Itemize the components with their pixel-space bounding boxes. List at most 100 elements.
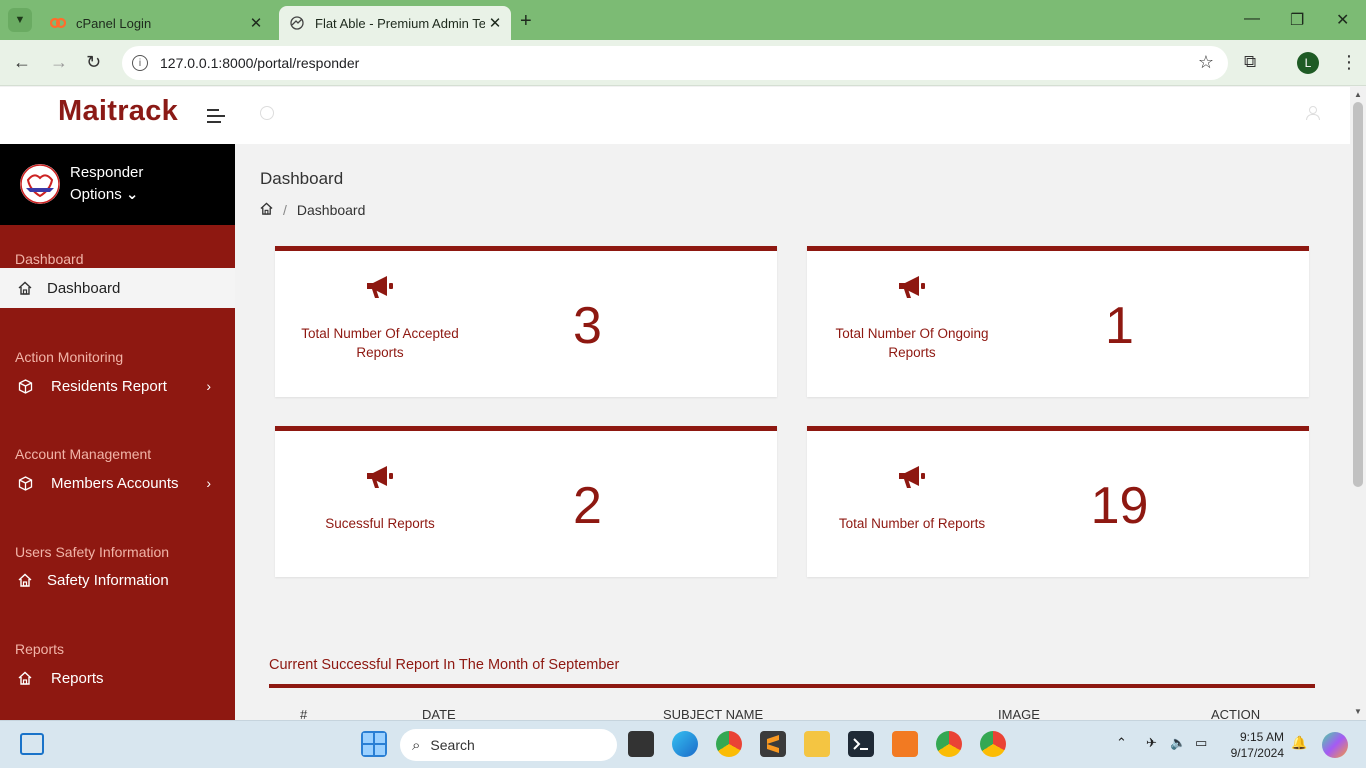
forward-arrow-icon[interactable]: →: [50, 52, 68, 73]
stat-card-value: 3: [573, 297, 602, 355]
browser-tab-strip: ▼ cPanel Login ✕ Flat Able - Premium Adm…: [0, 0, 1366, 40]
taskbar-search-placeholder: Search: [430, 737, 475, 753]
xampp-icon[interactable]: [892, 731, 918, 757]
extensions-icon[interactable]: ⧉: [1244, 52, 1256, 72]
scroll-down-icon[interactable]: ▼: [1354, 707, 1362, 716]
edge-icon[interactable]: [672, 731, 698, 757]
tab-close-icon[interactable]: ✕: [485, 14, 505, 32]
chrome-icon[interactable]: [716, 731, 742, 757]
box-icon: [17, 378, 33, 394]
task-view-icon[interactable]: [628, 731, 654, 757]
stat-card-accepted: Total Number Of Accepted Reports 3: [275, 246, 777, 397]
taskbar-search[interactable]: ⌕ Search: [400, 729, 617, 761]
browser-toolbar: ← → ↻ i 127.0.0.1:8000/portal/responder …: [0, 40, 1366, 86]
sidebar-item-label: Reports: [51, 669, 104, 687]
stat-card-total: Total Number of Reports 19: [807, 426, 1309, 577]
column-header-image: IMAGE: [998, 707, 1040, 720]
browser-menu-icon[interactable]: ⋮: [1340, 52, 1358, 73]
close-window-icon[interactable]: ✕: [1336, 10, 1349, 30]
sidebar-item-label: Members Accounts: [51, 474, 179, 492]
battery-icon[interactable]: ▭: [1195, 735, 1207, 751]
browser-profile-avatar[interactable]: L: [1297, 52, 1319, 74]
sublime-text-icon[interactable]: [760, 731, 786, 757]
column-header-date: DATE: [422, 707, 456, 720]
sidebar-item-residents-report[interactable]: Residents Report ›: [0, 366, 235, 406]
file-explorer-icon[interactable]: [804, 731, 830, 757]
sidebar-section-action-monitoring: Action Monitoring: [15, 349, 124, 365]
minimize-icon[interactable]: —: [1244, 10, 1260, 28]
sidebar-item-dashboard[interactable]: Dashboard: [0, 268, 235, 308]
report-table-heading: Current Successful Report In The Month o…: [269, 657, 620, 673]
menu-toggle-icon[interactable]: [207, 109, 225, 127]
page-scrollbar[interactable]: ▲ ▼: [1350, 87, 1366, 720]
megaphone-icon: [897, 273, 927, 301]
sidebar-section-users-safety: Users Safety Information: [15, 544, 170, 560]
system-clock[interactable]: 9:15 AM 9/17/2024: [1228, 729, 1284, 761]
windows-taskbar: ⌕ Search ⌃ ✈ 🔈 ▭ 9:15 AM 9/17/2024 🔔: [0, 720, 1366, 768]
site-info-icon[interactable]: i: [132, 55, 148, 71]
browser-tab-cpanel[interactable]: cPanel Login ✕: [40, 6, 272, 40]
sidebar-item-reports[interactable]: Reports: [0, 658, 235, 698]
sidebar-item-safety-information[interactable]: Safety Information: [0, 560, 235, 600]
bookmark-star-icon[interactable]: ☆: [1198, 52, 1214, 73]
reload-icon[interactable]: ↻: [86, 52, 101, 73]
back-arrow-icon[interactable]: ←: [13, 52, 31, 73]
brand-logo[interactable]: Maitrack: [58, 95, 178, 128]
megaphone-icon: [365, 463, 395, 491]
search-icon: ⌕: [412, 736, 421, 754]
sidebar-profile: Responder Options ⌄: [0, 144, 235, 225]
column-header-subject-name: SUBJECT NAME: [663, 707, 764, 720]
sidebar: Responder Options ⌄ Dashboard Dashboard …: [0, 144, 235, 720]
clock-date: 9/17/2024: [1230, 746, 1284, 760]
scrollbar-thumb[interactable]: [1353, 102, 1363, 487]
volume-icon[interactable]: 🔈: [1170, 735, 1186, 751]
browser-tab-flat-able[interactable]: Flat Able - Premium Admin Tem ✕: [279, 6, 511, 40]
notification-bell-icon[interactable]: 🔔: [1291, 735, 1307, 751]
profile-options-toggle[interactable]: Options ⌄: [70, 185, 138, 203]
tab-search-button[interactable]: ▼: [8, 8, 32, 32]
home-icon[interactable]: [260, 202, 273, 218]
stat-card-ongoing: Total Number Of Ongoing Reports 1: [807, 246, 1309, 397]
sidebar-section-dashboard: Dashboard: [15, 251, 84, 267]
column-header-number: #: [300, 707, 308, 720]
stat-card-value: 19: [1090, 477, 1149, 535]
breadcrumb-separator: /: [283, 202, 287, 218]
column-header-action: ACTION: [1211, 707, 1261, 720]
show-hidden-icons-icon[interactable]: ⌃: [1116, 735, 1127, 751]
chrome-profile-icon[interactable]: [936, 731, 962, 757]
copilot-icon[interactable]: [1322, 732, 1348, 758]
app-header: Maitrack: [0, 87, 1350, 144]
profile-name: Responder: [70, 164, 144, 181]
search-icon[interactable]: [260, 106, 274, 120]
stat-card-value: 2: [573, 477, 602, 535]
stat-card-label: Total Number Of Accepted Reports: [301, 326, 459, 360]
new-tab-icon[interactable]: +: [520, 10, 532, 33]
tab-title: cPanel Login: [76, 15, 152, 31]
restore-icon[interactable]: ❐: [1290, 10, 1304, 30]
breadcrumb: / Dashboard: [260, 202, 365, 218]
widgets-icon[interactable]: [20, 733, 44, 755]
windows-start-icon[interactable]: [361, 731, 387, 757]
scroll-up-icon[interactable]: ▲: [1354, 90, 1362, 99]
airplane-mode-icon[interactable]: ✈: [1146, 735, 1157, 751]
sidebar-item-label: Dashboard: [47, 279, 121, 297]
home-icon: [17, 670, 33, 686]
stat-card-label: Total Number of Reports: [838, 516, 986, 531]
chevron-right-icon: ›: [206, 378, 211, 394]
chrome-profile-icon[interactable]: [980, 731, 1006, 757]
stat-card-label: Sucessful Reports: [325, 516, 435, 531]
table-top-rule: [269, 684, 1315, 688]
sidebar-item-members-accounts[interactable]: Members Accounts ›: [0, 463, 235, 503]
cpanel-favicon-icon: [50, 15, 66, 31]
page-viewport: Maitrack Responder Options ⌄ Dashboard D…: [0, 87, 1366, 720]
page-title: Dashboard: [260, 169, 344, 188]
address-bar[interactable]: i 127.0.0.1:8000/portal/responder ☆: [122, 46, 1228, 80]
user-icon[interactable]: [1306, 106, 1320, 122]
megaphone-icon: [897, 463, 927, 491]
terminal-icon[interactable]: [848, 731, 874, 757]
tab-close-icon[interactable]: ✕: [246, 14, 266, 32]
chevron-down-icon: ⌄: [125, 186, 139, 203]
sidebar-section-reports: Reports: [15, 641, 65, 657]
breadcrumb-item[interactable]: Dashboard: [297, 202, 366, 218]
avatar: [20, 164, 60, 204]
